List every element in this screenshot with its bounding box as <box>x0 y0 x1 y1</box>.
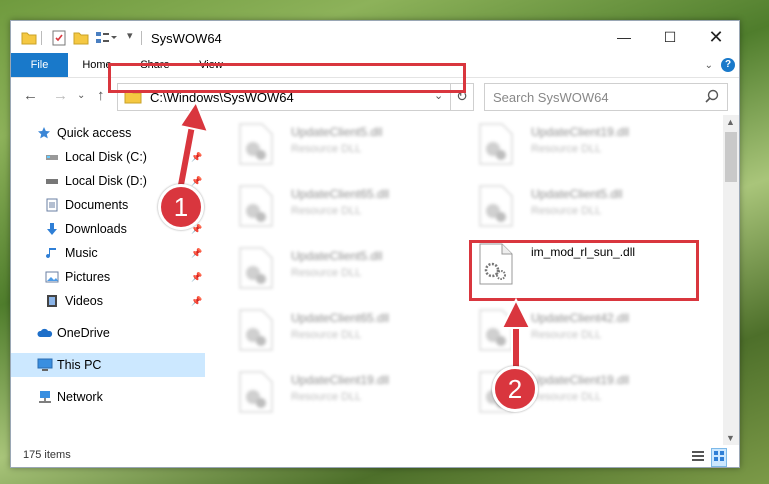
dll-file-icon <box>239 247 273 289</box>
file-name: UpdateClient65.dll <box>291 311 390 325</box>
search-icon[interactable] <box>705 89 719 106</box>
divider <box>141 31 142 45</box>
pin-icon: 📌 <box>191 272 203 282</box>
nav-videos[interactable]: Videos 📌 <box>11 289 205 313</box>
file-item[interactable]: UpdateClient19.dll Resource DLL <box>471 117 701 173</box>
recent-locations-icon[interactable]: ⌄ <box>77 90 85 101</box>
properties-icon[interactable] <box>51 30 67 46</box>
expand-ribbon-icon[interactable]: ⌄ <box>705 60 713 71</box>
file-type: Resource DLL <box>531 391 602 403</box>
file-item[interactable]: UpdateClient19.dll Resource DLL <box>231 365 461 421</box>
nav-label: OneDrive <box>57 326 110 340</box>
nav-label: Pictures <box>65 270 111 284</box>
window-title: SysWOW64 <box>151 31 222 46</box>
nav-label: Quick access <box>57 126 132 140</box>
file-name: UpdateClient5.dll <box>531 187 623 201</box>
close-button[interactable]: ✕ <box>693 21 739 53</box>
downloads-icon <box>45 222 59 236</box>
nav-pictures[interactable]: Pictures 📌 <box>11 265 205 289</box>
file-type: Resource DLL <box>531 205 602 217</box>
scroll-up-icon[interactable]: ▲ <box>726 117 735 127</box>
nav-label: Videos <box>65 294 103 308</box>
drive-icon <box>45 174 59 188</box>
new-folder-icon[interactable] <box>73 30 89 46</box>
tiles-view-icon[interactable] <box>711 448 727 467</box>
network-icon <box>37 390 51 404</box>
file-type: Resource DLL <box>531 329 602 341</box>
dll-file-icon <box>239 185 273 227</box>
minimize-button[interactable]: — <box>601 21 647 53</box>
nav-this-pc[interactable]: This PC <box>11 353 205 377</box>
scroll-down-icon[interactable]: ▼ <box>726 433 735 443</box>
details-view-icon[interactable] <box>691 449 705 466</box>
step-2-badge: 2 <box>492 366 538 412</box>
pictures-icon <box>45 270 59 284</box>
nav-label: Downloads <box>65 222 127 236</box>
file-item[interactable]: UpdateClient65.dll Resource DLL <box>231 303 461 359</box>
file-name: UpdateClient19.dll <box>531 373 630 387</box>
file-name: UpdateClient5.dll <box>291 249 383 263</box>
status-bar: 175 items <box>11 445 739 467</box>
file-name: UpdateClient42.dll <box>531 311 630 325</box>
search-input[interactable]: Search SysWOW64 <box>493 90 609 105</box>
music-icon <box>45 246 59 260</box>
nav-onedrive[interactable]: OneDrive <box>11 321 205 345</box>
file-item[interactable]: UpdateClient5.dll Resource DLL <box>471 179 701 235</box>
nav-label: This PC <box>57 358 102 372</box>
nav-label: Network <box>57 390 103 404</box>
help-icon[interactable]: ? <box>721 58 735 72</box>
nav-music[interactable]: Music 📌 <box>11 241 205 265</box>
search-box[interactable]: Search SysWOW64 <box>484 83 728 111</box>
dll-file-icon <box>479 185 513 227</box>
view-options-icon[interactable] <box>95 30 117 46</box>
customize-toolbar-icon[interactable]: ▾ <box>127 29 133 45</box>
maximize-button[interactable]: ☐ <box>647 21 693 53</box>
title-bar: ▾ SysWOW64 — ☐ ✕ <box>11 21 739 53</box>
step-1-badge: 1 <box>158 184 204 230</box>
pin-icon: 📌 <box>191 296 203 306</box>
nav-label: Music <box>65 246 98 260</box>
file-type: Resource DLL <box>291 391 362 403</box>
videos-icon <box>45 294 59 308</box>
file-type: Resource DLL <box>531 143 602 155</box>
up-button[interactable]: ↑ <box>97 87 105 104</box>
file-name: UpdateClient19.dll <box>291 373 390 387</box>
vertical-scrollbar[interactable]: ▲ ▼ <box>723 115 739 445</box>
onedrive-icon <box>37 326 53 340</box>
nav-network[interactable]: Network <box>11 385 205 409</box>
file-type: Resource DLL <box>291 205 362 217</box>
nav-label: Local Disk (C:) <box>65 150 147 164</box>
file-name: UpdateClient19.dll <box>531 125 630 139</box>
documents-icon <box>45 198 59 212</box>
dll-file-icon <box>239 371 273 413</box>
dll-file-icon <box>239 309 273 351</box>
file-type: Resource DLL <box>291 329 362 341</box>
file-name: UpdateClient65.dll <box>291 187 390 201</box>
item-count: 175 items <box>23 449 71 461</box>
file-item[interactable]: UpdateClient65.dll Resource DLL <box>231 179 461 235</box>
dll-file-icon <box>479 123 513 165</box>
back-button[interactable]: ← <box>23 87 38 104</box>
star-icon <box>37 126 51 140</box>
file-type: Resource DLL <box>291 143 362 155</box>
divider <box>41 31 42 45</box>
file-type: Resource DLL <box>291 267 362 279</box>
address-highlight-box <box>108 63 466 93</box>
folder-icon <box>21 30 37 46</box>
scrollbar-thumb[interactable] <box>725 132 737 182</box>
nav-label: Local Disk (D:) <box>65 174 147 188</box>
tab-file[interactable]: File <box>11 53 68 77</box>
drive-icon <box>45 150 59 164</box>
this-pc-icon <box>37 358 53 372</box>
file-name: UpdateClient5.dll <box>291 125 383 139</box>
forward-button[interactable]: → <box>53 87 68 104</box>
nav-label: Documents <box>65 198 129 212</box>
file-highlight-box <box>469 240 699 301</box>
pin-icon: 📌 <box>191 248 203 258</box>
file-item[interactable]: UpdateClient5.dll Resource DLL <box>231 117 461 173</box>
dll-file-icon <box>239 123 273 165</box>
file-item[interactable]: UpdateClient5.dll Resource DLL <box>231 241 461 297</box>
